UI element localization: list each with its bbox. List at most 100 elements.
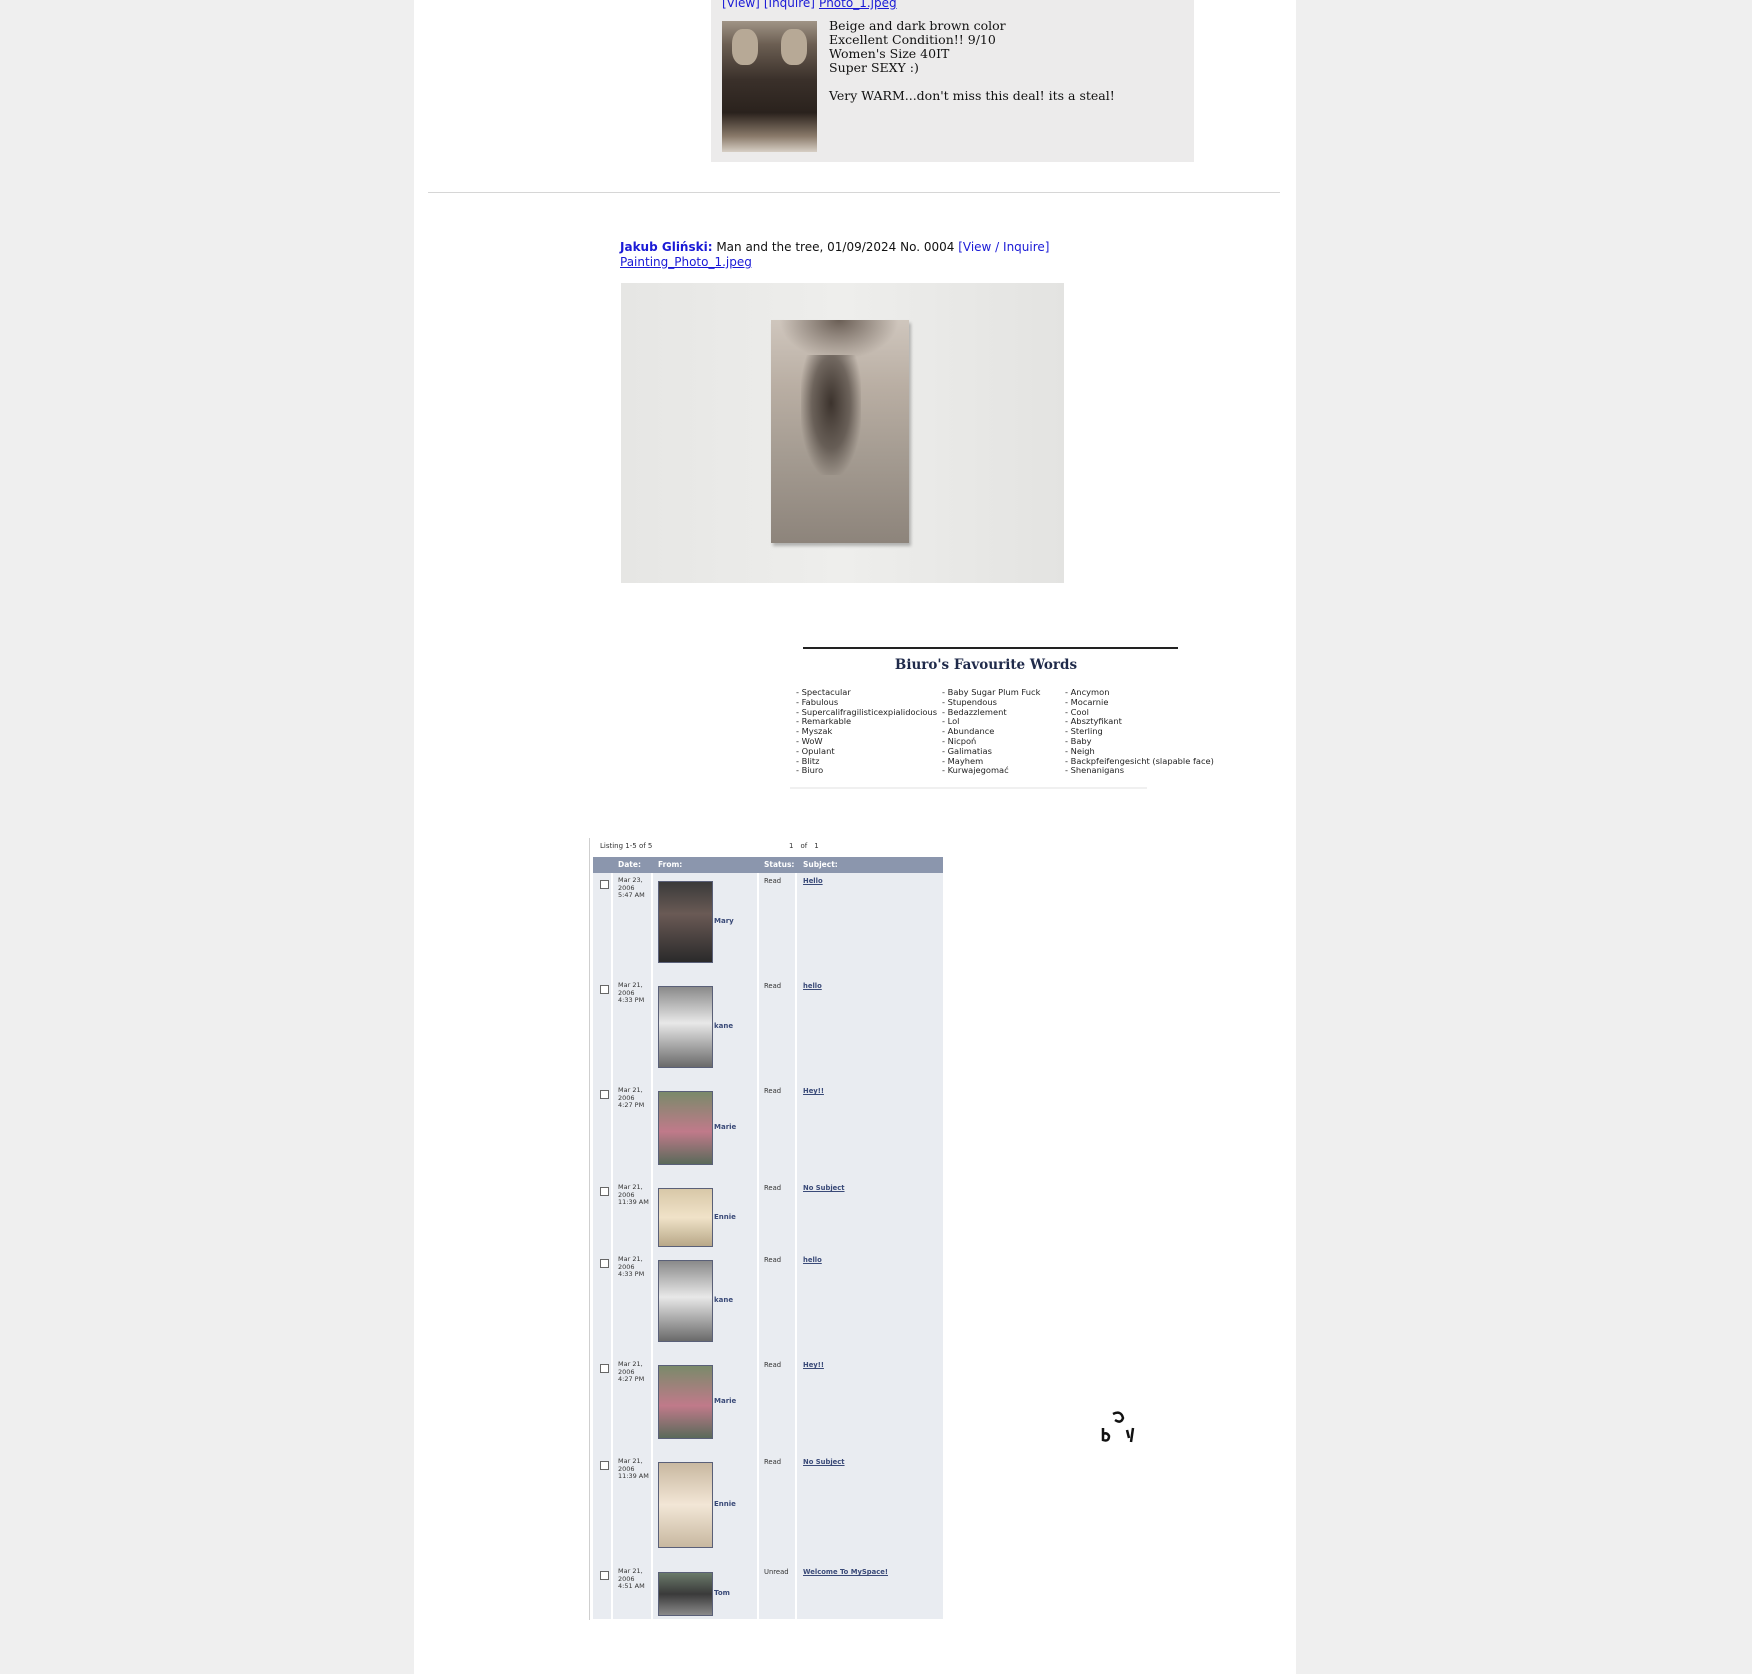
sender-name-link[interactable]: Mary	[714, 917, 734, 925]
sender-name-link[interactable]: Ennie	[714, 1213, 736, 1221]
header-subject: Subject:	[803, 860, 838, 869]
description-line: Super SEXY :)	[829, 60, 919, 75]
canvas-artwork	[771, 320, 909, 543]
sender-avatar[interactable]	[658, 881, 713, 963]
column-separator	[795, 1083, 797, 1180]
header-status: Status:	[764, 860, 795, 869]
date-line: 4:33 PM	[618, 1270, 645, 1278]
message-subject-link[interactable]: Hey!!	[803, 1361, 824, 1369]
sender-avatar[interactable]	[658, 1572, 713, 1616]
table-row[interactable]: Mar 21, 2006 4:27 PM Marie Read Hey!!	[593, 1357, 943, 1455]
message-status: Unread	[764, 1568, 789, 1576]
date-line: 4:51 AM	[618, 1582, 645, 1590]
row-checkbox[interactable]	[600, 1187, 609, 1196]
favourite-words-title: Biuro's Favourite Words	[894, 657, 1078, 673]
sender-name-link[interactable]: Marie	[714, 1397, 736, 1405]
favourite-words-column-3: - Ancymon - Mocarnie - Cool - Absztyfika…	[1065, 687, 1214, 776]
column-separator	[795, 873, 797, 978]
row-checkbox[interactable]	[600, 1364, 609, 1373]
row-checkbox[interactable]	[600, 1461, 609, 1470]
message-status: Read	[764, 1458, 782, 1466]
sender-name-link[interactable]: Marie	[714, 1123, 736, 1131]
inbox-border	[589, 838, 590, 1620]
message-subject-link[interactable]: No Subject	[803, 1184, 845, 1192]
favourite-words-panel: Biuro's Favourite Words - Spectacular - …	[790, 645, 1214, 790]
column-separator	[795, 1252, 797, 1357]
column-separator	[611, 873, 613, 978]
sender-name-link[interactable]: kane	[714, 1022, 733, 1030]
sender-name-link[interactable]: kane	[714, 1296, 733, 1304]
column-separator	[757, 1357, 759, 1454]
table-row[interactable]: Mar 21, 2006 4:51 AM Tom Unread Welcome To My…	[593, 1564, 943, 1620]
table-row[interactable]: Mar 21, 2006 11:39 AM Ennie Read No Subject	[593, 1180, 943, 1253]
current-page[interactable]: 1	[789, 842, 793, 850]
header-date: Date:	[618, 860, 641, 869]
row-date: Mar 23, 2006 5:47 AM	[618, 876, 652, 900]
table-row[interactable]: Mar 23, 2006 5:47 AM Mary Read Hello	[593, 873, 943, 979]
table-row[interactable]: Mar 21, 2006 4:33 PM kane Read hello	[593, 978, 943, 1084]
favourite-words-underline	[790, 787, 1147, 789]
message-subject-link[interactable]: No Subject	[803, 1458, 845, 1466]
date-line: 11:39 AM	[618, 1472, 649, 1480]
inquire-link[interactable]: [Inquire]	[764, 0, 815, 10]
date-line: 4:33 PM	[618, 996, 645, 1004]
message-status: Read	[764, 982, 782, 990]
row-checkbox[interactable]	[600, 880, 609, 889]
message-subject-link[interactable]: Hello	[803, 877, 823, 885]
sender-avatar[interactable]	[658, 986, 713, 1068]
message-status: Read	[764, 1087, 782, 1095]
scribble-icon	[1101, 1411, 1135, 1443]
description-gap	[829, 75, 1115, 89]
sender-avatar[interactable]	[658, 1365, 713, 1439]
sender-avatar[interactable]	[658, 1260, 713, 1342]
sender-name-link[interactable]: Ennie	[714, 1500, 736, 1508]
painting-photo[interactable]	[621, 283, 1064, 583]
canvas-burn-top	[779, 320, 899, 360]
table-row[interactable]: Mar 21, 2006 4:33 PM kane Read hello	[593, 1252, 943, 1358]
word-item: - Shenanigans	[1065, 765, 1125, 776]
table-row[interactable]: Mar 21, 2006 11:39 AM Ennie Read No Subject	[593, 1454, 943, 1565]
canvas-burn-mark	[801, 355, 861, 475]
message-status: Read	[764, 1361, 782, 1369]
description-line: Beige and dark brown color	[829, 18, 1006, 33]
row-date: Mar 21, 2006 4:33 PM	[618, 1255, 652, 1279]
column-separator	[795, 1564, 797, 1619]
sender-avatar[interactable]	[658, 1188, 713, 1247]
table-row[interactable]: Mar 21, 2006 4:27 PM Marie Read Hey!!	[593, 1083, 943, 1181]
date-line: 5:47 AM	[618, 891, 645, 899]
column-separator	[757, 1180, 759, 1252]
message-subject-link[interactable]: hello	[803, 1256, 822, 1264]
row-checkbox[interactable]	[600, 1259, 609, 1268]
photo-file-link[interactable]: Photo_1.jpeg	[819, 0, 897, 10]
coat-photo[interactable]	[722, 21, 817, 152]
row-checkbox[interactable]	[600, 985, 609, 994]
row-date: Mar 21, 2006 4:33 PM	[618, 981, 652, 1005]
inbox-table: Listing 1-5 of 5 1 of 1 Date: From: Status…	[589, 838, 943, 1620]
listing-count: Listing 1-5 of 5	[600, 842, 653, 850]
word-item: - Kurwajegomać	[942, 765, 1009, 776]
column-separator	[757, 1252, 759, 1357]
scribble-glyph	[1099, 1408, 1143, 1458]
view-link[interactable]: [View]	[722, 0, 760, 10]
column-separator	[757, 1564, 759, 1619]
favourite-words-column-1: - Spectacular - Fabulous - Supercalifrag…	[796, 687, 937, 776]
sender-avatar[interactable]	[658, 1091, 713, 1165]
painting-file-link[interactable]: Painting_Photo_1.jpeg	[620, 255, 752, 269]
table-header: Date: From: Status: Subject:	[593, 857, 943, 873]
row-checkbox[interactable]	[600, 1571, 609, 1580]
message-subject-link[interactable]: Hey!!	[803, 1087, 824, 1095]
date-line: 4:27 PM	[618, 1101, 645, 1109]
sender-avatar[interactable]	[658, 1462, 713, 1548]
column-separator	[795, 978, 797, 1083]
message-subject-link[interactable]: hello	[803, 982, 822, 990]
total-pages: 1	[814, 842, 819, 850]
painting-title: Man and the tree, 01/09/2024 No. 0004	[712, 240, 959, 254]
column-separator	[611, 1252, 613, 1357]
row-date: Mar 21, 2006 4:27 PM	[618, 1086, 652, 1110]
view-inquire-link[interactable]: [View / Inquire]	[958, 240, 1049, 254]
message-subject-link[interactable]: Welcome To MySpace!	[803, 1568, 888, 1576]
row-checkbox[interactable]	[600, 1090, 609, 1099]
column-separator	[611, 978, 613, 1083]
artist-name-link[interactable]: Jakub Gliński:	[620, 240, 713, 254]
sender-name-link[interactable]: Tom	[714, 1589, 730, 1597]
